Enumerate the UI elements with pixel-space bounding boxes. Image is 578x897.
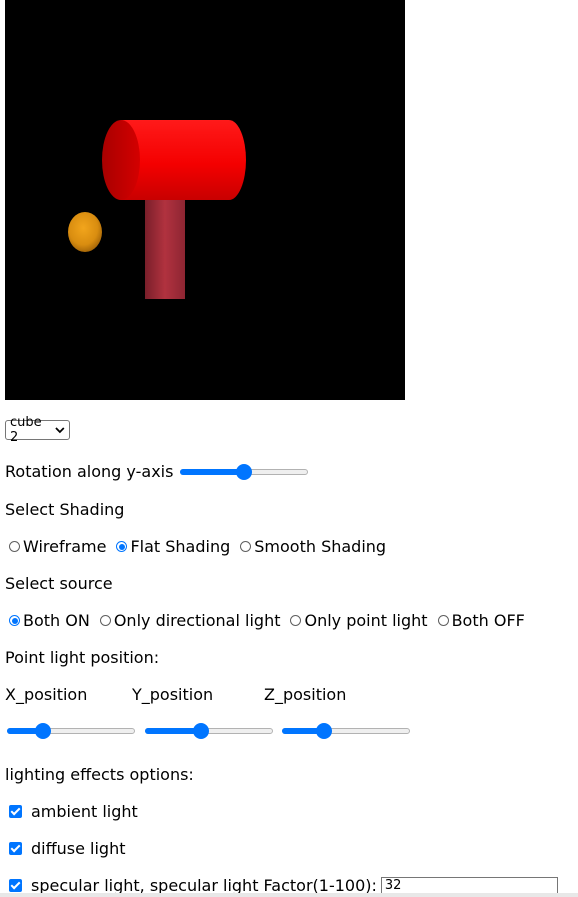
horizontal-scrollbar[interactable] <box>0 893 578 897</box>
both-on-radio[interactable] <box>9 615 20 626</box>
point-light-heading: Point light position: <box>5 648 160 667</box>
x-position-label: X_position <box>5 685 88 704</box>
page: cube 2 Rotation along y-axis Select Shad… <box>0 0 578 897</box>
object-select-value: cube 2 <box>10 415 42 445</box>
diffuse-row: diffuse light <box>5 839 126 858</box>
shading-heading: Select Shading <box>5 500 125 519</box>
rotation-slider[interactable] <box>180 463 309 480</box>
y-position-slider[interactable] <box>145 723 273 739</box>
scene-svg <box>68 120 246 299</box>
rotation-slider-thumb[interactable] <box>236 463 253 480</box>
object-select[interactable]: cube 2 <box>5 415 70 445</box>
z-position-label: Z_position <box>264 685 347 704</box>
diffuse-label: diffuse light <box>31 839 126 858</box>
x-slider-thumb[interactable] <box>35 723 51 739</box>
x-position-row <box>7 723 135 739</box>
directional-radio[interactable] <box>99 615 111 626</box>
wireframe-radio[interactable] <box>9 541 20 552</box>
source-options: Both ON Only directional light Only poin… <box>5 611 531 630</box>
both-off-radio[interactable] <box>437 615 449 626</box>
orange-sphere <box>68 212 102 252</box>
ambient-label: ambient light <box>31 802 138 821</box>
shading-option-smooth[interactable]: Smooth Shading <box>236 537 386 556</box>
source-option-both-on[interactable]: Both ON <box>5 611 90 630</box>
ambient-checkbox[interactable] <box>9 805 22 818</box>
x-position-slider[interactable] <box>7 723 135 739</box>
smooth-shading-radio[interactable] <box>240 541 252 552</box>
source-option-both-off[interactable]: Both OFF <box>434 611 525 630</box>
shading-option-flat[interactable]: Flat Shading <box>112 537 230 556</box>
chevron-down-icon <box>55 427 65 434</box>
ambient-row: ambient light <box>5 802 138 821</box>
source-option-point[interactable]: Only point light <box>286 611 428 630</box>
diffuse-checkbox[interactable] <box>9 842 22 855</box>
y-position-row <box>145 723 273 739</box>
z-position-slider[interactable] <box>282 723 410 739</box>
y-position-label: Y_position <box>132 685 214 704</box>
stand-cylinder <box>145 196 185 299</box>
shading-option-wireframe[interactable]: Wireframe <box>5 537 106 556</box>
rotation-row: Rotation along y-axis <box>5 462 309 481</box>
rotation-label: Rotation along y-axis <box>5 462 174 481</box>
lighting-heading: lighting effects options: <box>5 765 194 784</box>
source-option-directional[interactable]: Only directional light <box>96 611 280 630</box>
z-position-row <box>282 723 410 739</box>
flat-shading-radio[interactable] <box>116 541 128 552</box>
point-light-radio[interactable] <box>290 615 302 626</box>
red-cylinder-cap <box>102 120 140 200</box>
shading-options: Wireframe Flat Shading Smooth Shading <box>5 537 392 556</box>
specular-checkbox[interactable] <box>9 879 22 892</box>
specular-factor-input[interactable]: 32 <box>380 876 558 895</box>
y-slider-thumb[interactable] <box>193 723 210 739</box>
render-canvas[interactable] <box>5 0 405 400</box>
source-heading: Select source <box>5 574 113 593</box>
z-slider-thumb[interactable] <box>315 723 332 739</box>
